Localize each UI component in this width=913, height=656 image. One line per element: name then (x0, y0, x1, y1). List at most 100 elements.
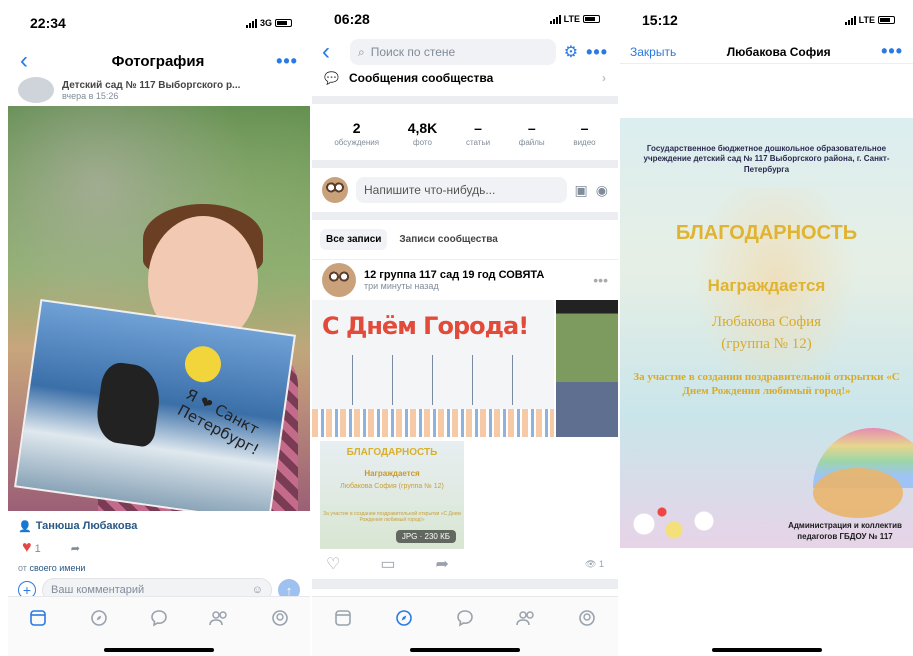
more-icon[interactable]: ••• (881, 41, 903, 62)
counter-articles[interactable]: – статьи (466, 120, 490, 147)
tab-all-posts[interactable]: Все записи (320, 229, 388, 250)
more-icon[interactable]: ••• (586, 42, 608, 63)
home-indicator (410, 648, 520, 652)
emoji-icon[interactable]: ☺ (252, 584, 263, 596)
tab-feed-icon[interactable] (23, 607, 53, 629)
main-photo[interactable]: Я ❤ Санкт Петербург! (8, 106, 310, 511)
doc-title: БЛАГОДАРНОСТЬ (346, 447, 438, 458)
nav-bar: ‹ Фотография ••• (8, 46, 310, 76)
tagged-person[interactable]: 👤 Танюша Любакова (8, 511, 310, 535)
chevron-right-icon: › (602, 71, 606, 85)
hands-decoration (312, 409, 554, 437)
page-title: Любакова София (726, 44, 831, 59)
author-time: вчера в 15:26 (62, 90, 119, 101)
tab-profile-icon[interactable] (572, 607, 602, 629)
phone-community-wall: 06:28 LTE ‹ ⌕ Поиск по стене ⚙ ••• 💬 Сооб… (312, 0, 618, 656)
tab-bar (8, 596, 310, 656)
flowers-decoration (620, 488, 740, 548)
back-icon[interactable]: ‹ (322, 40, 342, 64)
post-media-grid: С Днём Города! (312, 300, 618, 437)
post-more-icon[interactable]: ••• (593, 272, 608, 288)
certificate-group: (группа № 12) (721, 336, 812, 352)
like-icon[interactable]: ♡ (326, 554, 340, 574)
like-button[interactable]: ♥ 1 (22, 539, 41, 557)
tab-messages-icon[interactable] (144, 607, 174, 629)
post-image-thumb[interactable] (556, 300, 618, 437)
post-actions: ♡ ▭ ➦ 👁 1 (312, 549, 618, 579)
tab-explore-icon[interactable] (389, 607, 419, 629)
doc-badge: JPG · 230 КБ (395, 530, 456, 543)
clock: 15:12 (642, 12, 678, 28)
tab-feed-icon[interactable] (328, 607, 358, 629)
signal-indicator: LTE (844, 15, 895, 25)
counter-files[interactable]: – файлы (519, 120, 545, 147)
signal-indicator: LTE (549, 14, 600, 24)
network-type: LTE (563, 14, 580, 24)
counters-row: 2 обсуждения 4,8K фото – статьи – файлы – вид… (312, 104, 618, 160)
tab-friends-icon[interactable] (511, 607, 541, 629)
palette-decoration (813, 468, 903, 518)
community-messages-row[interactable]: 💬 Сообщения сообщества › (312, 66, 618, 90)
counter-photos[interactable]: 4,8K фото (408, 120, 438, 147)
post-header: 12 группа 117 сад 19 год СОВЯТА три мину… (312, 260, 618, 300)
from-label: от (18, 563, 27, 573)
counter-videos[interactable]: – видео (573, 120, 595, 147)
more-icon[interactable]: ••• (276, 51, 298, 72)
battery-icon (583, 15, 600, 23)
feed-tabs: Все записи Записи сообщества (312, 220, 618, 260)
message-bubble-icon: 💬 (324, 71, 339, 85)
back-icon[interactable]: ‹ (20, 49, 40, 73)
tab-friends-icon[interactable] (204, 607, 234, 629)
person-icon: 👤 (18, 520, 32, 533)
doc-who: Любакова София (группа № 12) (340, 483, 444, 490)
signal-bars-icon (549, 14, 561, 24)
battery-icon (275, 19, 292, 27)
from-selector[interactable]: своего имени (29, 563, 85, 573)
search-input[interactable]: ⌕ Поиск по стене (350, 39, 556, 65)
tab-messages-icon[interactable] (450, 607, 480, 629)
tab-profile-icon[interactable] (265, 607, 295, 629)
certificate-award: Награждается (707, 276, 826, 295)
tab-bar (312, 596, 618, 656)
certificate-image[interactable]: Государственное бюджетное дошкольное обр… (620, 118, 913, 548)
search-bar: ‹ ⌕ Поиск по стене ⚙ ••• (312, 38, 618, 66)
tab-explore-icon[interactable] (84, 607, 114, 629)
monument-shape (93, 360, 164, 449)
community-avatar (322, 177, 348, 203)
author-name: Детский сад № 117 Выборгского р... (62, 79, 241, 91)
post-author-name[interactable]: 12 группа 117 сад 19 год СОВЯТА (364, 269, 544, 281)
close-button[interactable]: Закрыть (630, 45, 676, 59)
camera-icon[interactable]: ◉ (596, 182, 608, 199)
settings-gear-icon[interactable]: ⚙ (564, 42, 578, 62)
like-count: 1 (34, 543, 41, 555)
sun-shape (182, 343, 224, 385)
reactions-row: ♥ 1 ➦ (8, 535, 310, 561)
photo-author[interactable]: Детский сад № 117 Выборгского р... вчера… (8, 76, 310, 104)
clock: 06:28 (334, 11, 370, 27)
photo-icon[interactable]: ▣ (575, 182, 588, 199)
views-count: 👁 1 (585, 558, 604, 569)
post-time: три минуты назад (364, 281, 439, 291)
comment-from: от своего имени (8, 561, 310, 575)
phone-photo-view: 22:34 3G ‹ Фотография ••• Детский сад № … (8, 0, 310, 656)
page-title: Фотография (111, 52, 205, 70)
post-author-avatar[interactable] (322, 263, 356, 297)
share-icon[interactable]: ➦ (71, 542, 80, 555)
post-document-attachment[interactable]: БЛАГОДАРНОСТЬ Награждается Любакова Софи… (320, 441, 464, 549)
heart-icon: ♥ (22, 539, 32, 556)
post-image-banner[interactable]: С Днём Города! (312, 300, 554, 437)
counter-discussions[interactable]: 2 обсуждения (334, 120, 379, 147)
messages-label: Сообщения сообщества (348, 71, 494, 85)
network-type: 3G (259, 18, 272, 28)
network-type: LTE (858, 15, 875, 25)
clock: 22:34 (30, 15, 66, 31)
certificate-recipient: Любакова София (711, 314, 822, 330)
child-drawing: Я ❤ Санкт Петербург! (14, 298, 296, 511)
home-indicator (711, 648, 822, 652)
share-icon[interactable]: ➦ (435, 554, 448, 574)
comment-icon[interactable]: ▭ (380, 554, 395, 574)
certificate-org: Государственное бюджетное дошкольное обр… (643, 144, 890, 174)
banner-text: С Днём Города! (322, 312, 529, 340)
tab-community-posts[interactable]: Записи сообщества (393, 229, 503, 250)
compose-input[interactable]: Напишите что-нибудь... (356, 177, 567, 203)
